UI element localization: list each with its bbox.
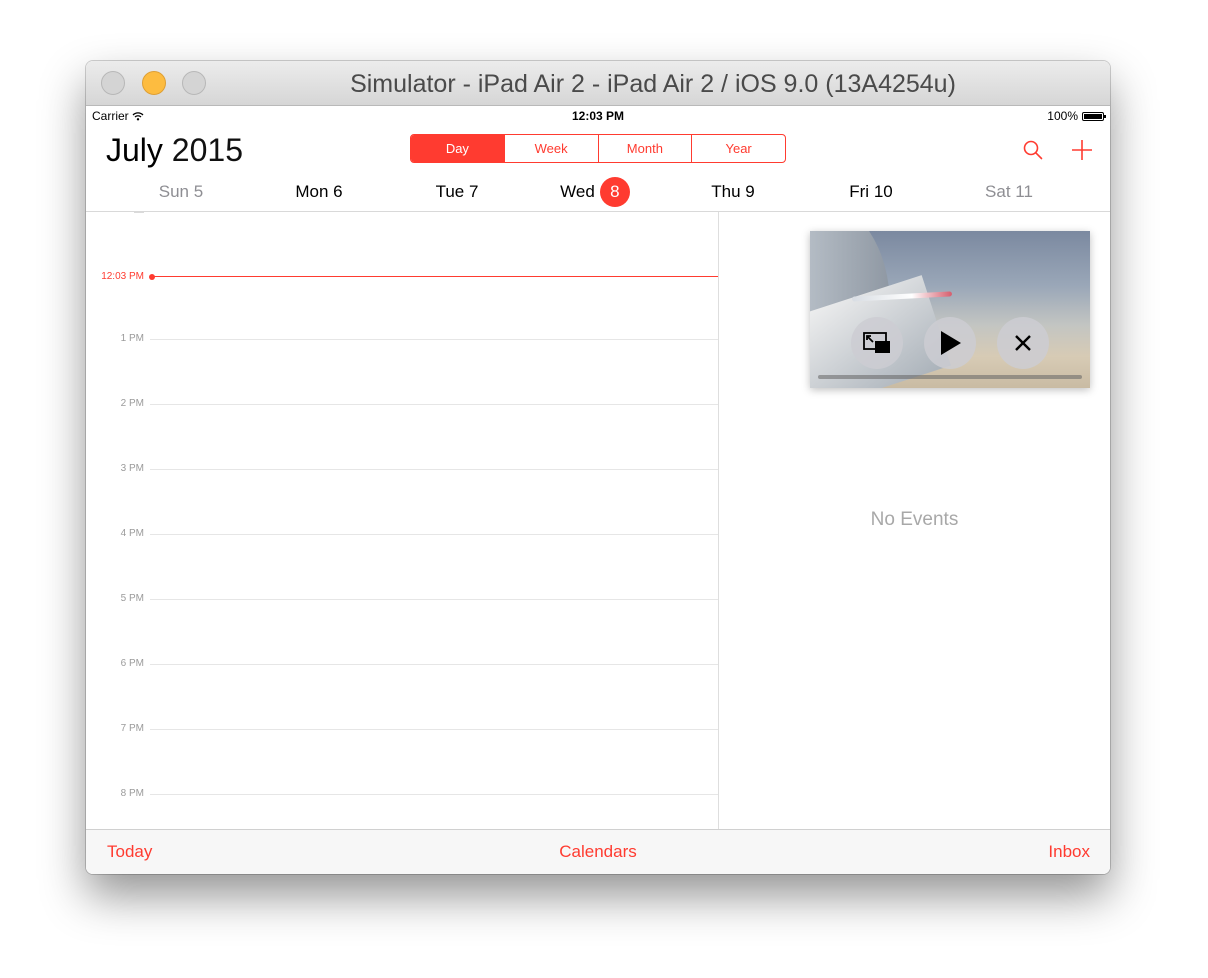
weekday-tue[interactable]: Tue 7 [388,176,526,208]
week-strip: Sun 5 Mon 6 Tue 7 Wed 8 Thu 9 Fri 10 Sat… [86,176,1110,212]
pip-progress-bar[interactable] [818,375,1082,379]
ipad-screen: Carrier 12:03 PM 100% July 2015 Day Week [86,106,1110,874]
status-time: 12:03 PM [571,109,625,123]
weekday-sun[interactable]: Sun 5 [112,176,250,208]
weekday-fri[interactable]: Fri 10 [802,176,940,208]
segment-week[interactable]: Week [503,135,598,162]
pip-restore-icon [863,332,890,353]
day-timeline[interactable]: — 12:03 PM 1 PM 2 PM 3 PM 4 PM 5 PM 6 PM [86,212,719,829]
view-mode-segmented-control: Day Week Month Year [410,134,786,163]
current-time-label: 12:03 PM [101,271,144,282]
simulator-window: Simulator - iPad Air 2 - iPad Air 2 / iO… [86,61,1110,874]
close-icon [1015,335,1031,351]
segment-day[interactable]: Day [411,135,504,162]
month-year-title[interactable]: July 2015 [106,132,243,169]
window-close-button[interactable] [101,71,125,95]
bottom-toolbar: Today Calendars Inbox [86,829,1110,874]
hour-row: 6 PM [86,657,718,671]
inbox-button[interactable]: Inbox [1048,842,1090,862]
year-label: 2015 [171,132,243,168]
pip-close-button[interactable] [997,317,1049,369]
pip-restore-button[interactable] [851,317,903,369]
calendars-button[interactable]: Calendars [86,842,1110,862]
hour-row: 8 PM [86,787,718,801]
weekday-sat[interactable]: Sat 11 [940,176,1078,208]
segment-month[interactable]: Month [597,135,692,162]
hour-row: 1 PM [86,332,718,346]
add-event-icon[interactable] [1070,138,1094,162]
hour-row: 2 PM [86,397,718,411]
hour-row: 7 PM [86,722,718,736]
picture-in-picture-video[interactable] [810,231,1090,388]
today-date-badge: 8 [599,176,630,207]
current-time-dot [149,274,155,280]
weekday-thu[interactable]: Thu 9 [664,176,802,208]
hour-row: 5 PM [86,592,718,606]
segment-year[interactable]: Year [691,135,785,162]
month-label: July [106,132,163,168]
no-events-label: No Events [870,509,959,530]
search-icon[interactable] [1022,139,1044,161]
clipped-hour-label: — [134,212,144,218]
battery-icon [1082,111,1106,121]
weekday-wed[interactable]: Wed 8 [526,176,664,208]
window-title: Simulator - iPad Air 2 - iPad Air 2 / iO… [350,70,956,98]
play-icon [941,331,961,355]
hour-row: 3 PM [86,462,718,476]
window-titlebar[interactable]: Simulator - iPad Air 2 - iPad Air 2 / iO… [86,61,1110,106]
weekday-mon[interactable]: Mon 6 [250,176,388,208]
current-time-line [152,276,718,277]
window-zoom-button[interactable] [182,71,206,95]
pip-play-button[interactable] [924,317,976,369]
status-battery: 100% [1047,109,1106,123]
status-bar: Carrier 12:03 PM 100% [86,106,1110,126]
hour-row: 4 PM [86,527,718,541]
calendar-navbar: July 2015 Day Week Month Year Sun 5 Mon … [86,126,1110,212]
window-minimize-button[interactable] [142,71,166,95]
battery-percent: 100% [1047,109,1078,123]
